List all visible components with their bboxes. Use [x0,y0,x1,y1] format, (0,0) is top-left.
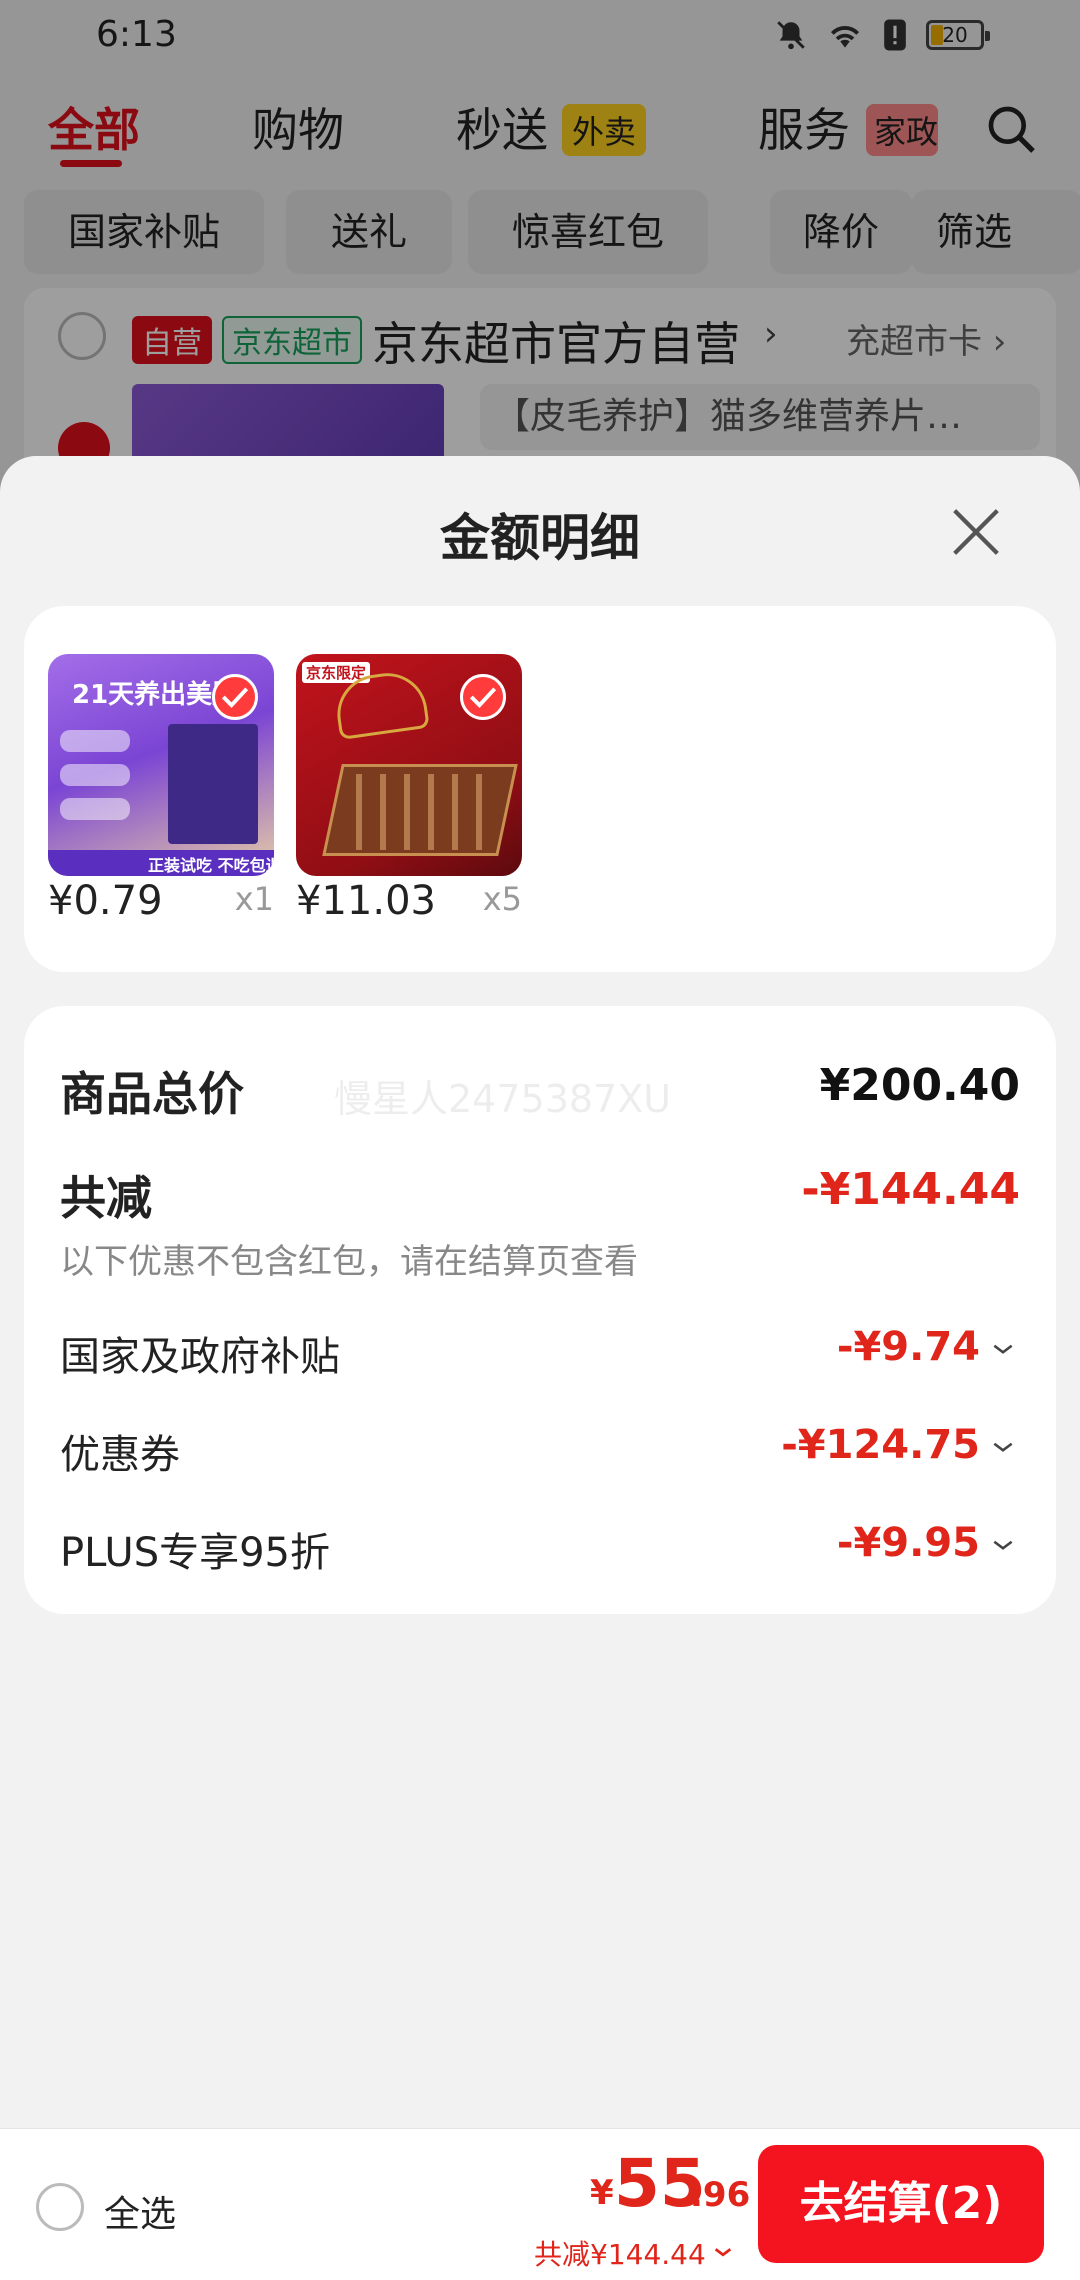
checkout-button[interactable]: 去结算(2) [758,2145,1044,2263]
discount-item-value: -¥9.95 [836,1520,980,1566]
discount-item-value: -¥9.74 [836,1324,980,1370]
product-image-cat-vitamin: 21天养出美肌 正装试吃 不吃包退 [48,654,274,876]
chevron-down-icon[interactable] [990,1532,1016,1558]
discount-item-label: PLUS专享95折 [60,1530,330,1576]
product-checked-icon [212,674,258,720]
cart-page: 6:13 20 全部 购物 秒送 外卖 服务 家政 国家补贴 送礼 惊喜红包 降… [0,0,1080,2280]
discount-item-label: 优惠券 [60,1432,180,1478]
discount-item-row[interactable]: 国家及政府补贴 -¥9.74 [60,1324,1020,1380]
product-price: ¥0.79 [48,878,163,924]
total-price-label: 商品总价 [60,1067,244,1121]
chevron-down-icon[interactable] [712,2241,734,2263]
product-image-text: 正装试吃 不吃包退 [148,856,274,875]
price-breakdown-card: 慢星人2475387XU 商品总价 ¥200.40 共减 -¥144.44 以下… [24,1006,1056,1614]
chevron-down-icon[interactable] [990,1434,1016,1460]
discount-item-row[interactable]: 优惠券 -¥124.75 [60,1422,1020,1478]
discount-item-label: 国家及政府补贴 [60,1334,340,1380]
total-price-row: 商品总价 ¥200.40 [60,1058,1020,1122]
discount-row: 共减 -¥144.44 以下优惠不包含红包，请在结算页查看 [60,1162,1020,1282]
total-saved-text[interactable]: 共减¥144.44 [534,2233,706,2273]
sheet-title: 金额明细 [440,509,640,567]
total-currency: ¥ [590,2173,614,2213]
discount-total-value: -¥144.44 [801,1164,1020,1215]
product-quantity: x5 [482,880,522,918]
total-price-value: ¥200.40 [819,1060,1020,1111]
select-all-label[interactable]: 全选 [104,2185,176,2237]
chevron-down-icon[interactable] [990,1336,1016,1362]
discount-note: 以下优惠不包含红包，请在结算页查看 [60,1242,638,1282]
discount-label: 共减 [60,1171,152,1225]
product-checked-icon [460,674,506,720]
total-amount-decimal: .96 [690,2175,751,2215]
product-price: ¥11.03 [296,878,436,924]
discount-item-row[interactable]: PLUS专享95折 -¥9.95 [60,1520,1020,1576]
select-all-radio[interactable] [36,2183,84,2231]
product-image-gift-box: 京东限定 [296,654,522,876]
discount-item-value: -¥124.75 [781,1422,980,1468]
product-quantity: x1 [234,880,274,918]
amount-detail-sheet: 金额明细 21天养出美肌 正装试吃 不吃包退 ¥0.79 x1 京东限定 ¥11… [0,456,1080,2128]
checkout-bar: 全选 ¥ 55 .96 共减¥144.44 去结算(2) [0,2128,1080,2280]
close-icon[interactable] [944,500,1008,564]
selected-products-card: 21天养出美肌 正装试吃 不吃包退 ¥0.79 x1 京东限定 ¥11.03 x… [24,606,1056,972]
